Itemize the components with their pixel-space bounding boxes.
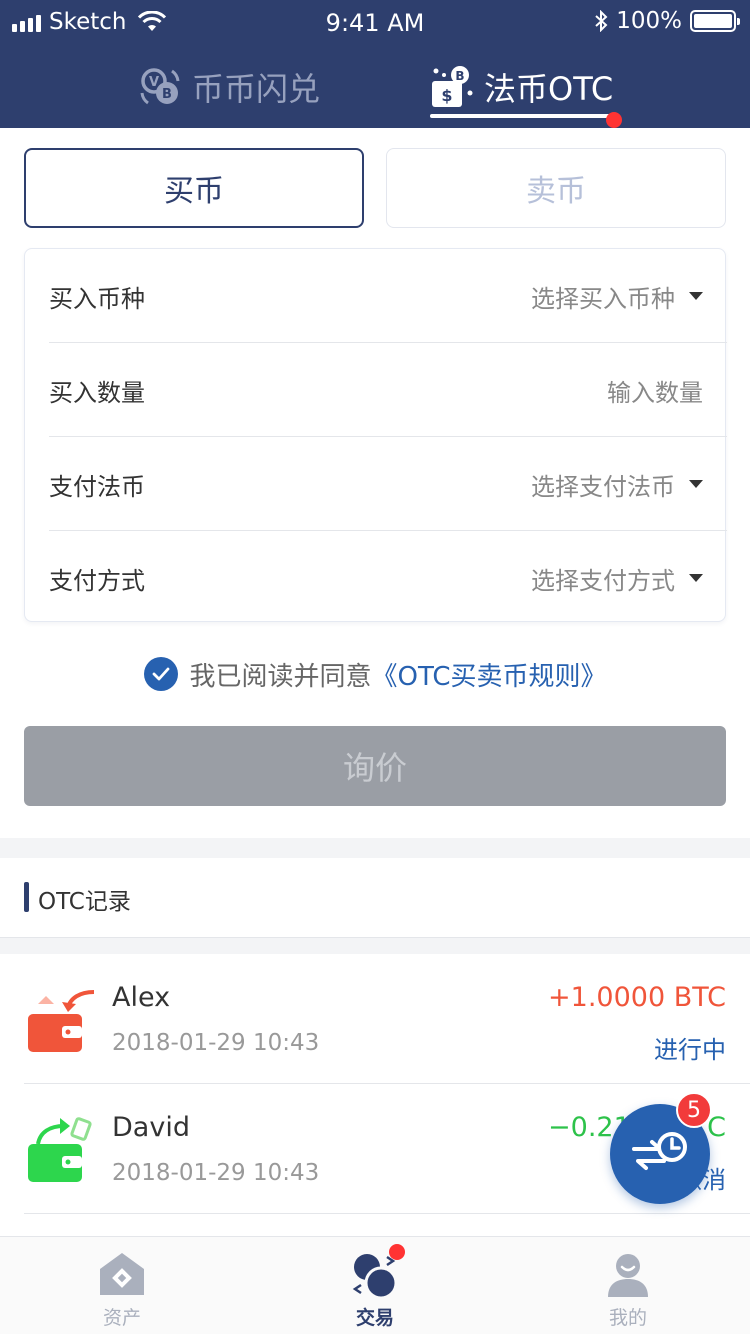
field-label: 买入数量 <box>49 378 145 407</box>
records-header: OTC记录 <box>0 858 750 938</box>
svg-text:B: B <box>455 69 464 83</box>
header: Sketch 9:41 AM 100% V B 币币闪兑 $ B 法币OTC <box>0 0 750 128</box>
caret-down-icon <box>689 574 703 582</box>
tab-coin-swap[interactable]: V B 币币闪兑 <box>138 56 320 118</box>
field-value: 选择支付方式 <box>531 561 703 596</box>
order-form-card: 买入币种 选择买入币种 买入数量 输入数量 支付法币 选择支付法币 支付方式 选… <box>24 248 727 625</box>
buy-toggle-button[interactable]: 买币 <box>24 148 364 228</box>
battery-percent: 100% <box>616 8 682 34</box>
field-label: 支付方式 <box>49 566 145 595</box>
rules-link[interactable]: 《OTC买卖币规则》 <box>372 656 607 693</box>
exchange-history-icon <box>632 1132 687 1170</box>
bottom-nav: 资产 交易 我的 <box>0 1236 750 1334</box>
coin-swap-icon: V B <box>140 68 180 105</box>
field-value: 选择支付法币 <box>531 467 703 502</box>
agreement-text: 我已阅读并同意 <box>189 661 372 692</box>
nav-item-trade[interactable]: 交易 <box>300 1237 450 1334</box>
wallet-send-icon <box>28 1117 92 1182</box>
nav-label: 交易 <box>355 1307 394 1329</box>
svg-text:B: B <box>162 87 172 102</box>
checkmark-icon <box>152 667 169 681</box>
agreement-checkbox[interactable] <box>143 657 178 691</box>
record-amount: +1.0000 BTC <box>548 982 726 1013</box>
buy-amount-input[interactable]: 买入数量 输入数量 <box>25 343 727 437</box>
bluetooth-icon <box>595 10 608 32</box>
battery-icon <box>690 10 740 32</box>
top-tabs: V B 币币闪兑 $ B 法币OTC <box>0 56 750 128</box>
divider <box>24 1213 750 1214</box>
record-date: 2018-01-29 10:43 <box>112 1030 320 1056</box>
payment-fiat-select[interactable]: 支付法币 选择支付法币 <box>25 437 727 531</box>
nav-label: 资产 <box>102 1307 141 1329</box>
record-date: 2018-01-29 10:43 <box>112 1160 320 1186</box>
tab-active-indicator <box>430 114 614 118</box>
list-item[interactable]: Alex 2018-01-29 10:43 +1.0000 BTC 进行中 <box>0 954 750 1084</box>
nav-item-profile[interactable]: 我的 <box>553 1237 703 1334</box>
inquire-button[interactable]: 询价 <box>24 726 726 806</box>
field-value: 选择买入币种 <box>531 279 703 314</box>
caret-down-icon <box>689 292 703 300</box>
record-name: David <box>112 1112 190 1143</box>
tab-label: 币币闪兑 <box>192 70 321 108</box>
nav-label: 我的 <box>608 1307 647 1329</box>
status-bar: Sketch 9:41 AM 100% <box>0 0 750 44</box>
tab-label: 法币OTC <box>484 70 614 108</box>
trade-notification-dot <box>389 1244 405 1260</box>
sell-toggle-button[interactable]: 卖币 <box>386 148 726 228</box>
section-marker <box>24 882 29 912</box>
wallet-receive-icon <box>28 990 95 1052</box>
fab-badge: 5 <box>676 1092 712 1128</box>
records-title: OTC记录 <box>38 889 131 915</box>
nav-item-assets[interactable]: 资产 <box>47 1237 197 1334</box>
field-placeholder: 输入数量 <box>607 378 703 407</box>
record-status: 进行中 <box>654 1036 726 1064</box>
caret-down-icon <box>689 480 703 488</box>
field-label: 买入币种 <box>49 284 145 313</box>
svg-text:$: $ <box>441 86 452 105</box>
buy-coin-select[interactable]: 买入币种 选择买入币种 <box>25 249 727 343</box>
profile-icon <box>608 1254 648 1297</box>
payment-method-select[interactable]: 支付方式 选择支付方式 <box>25 531 727 625</box>
field-label: 支付法币 <box>49 472 145 501</box>
otc-form-section: 买币 卖币 买入币种 选择买入币种 买入数量 输入数量 支付法币 选择支付法币 … <box>0 128 750 838</box>
notification-dot <box>606 112 622 128</box>
tab-fiat-otc[interactable]: $ B 法币OTC <box>430 56 613 118</box>
assets-home-icon <box>100 1253 144 1295</box>
record-name: Alex <box>112 982 171 1013</box>
agreement-row: 我已阅读并同意 《OTC买卖币规则》 <box>0 654 750 694</box>
fiat-otc-icon: $ B <box>432 66 473 107</box>
